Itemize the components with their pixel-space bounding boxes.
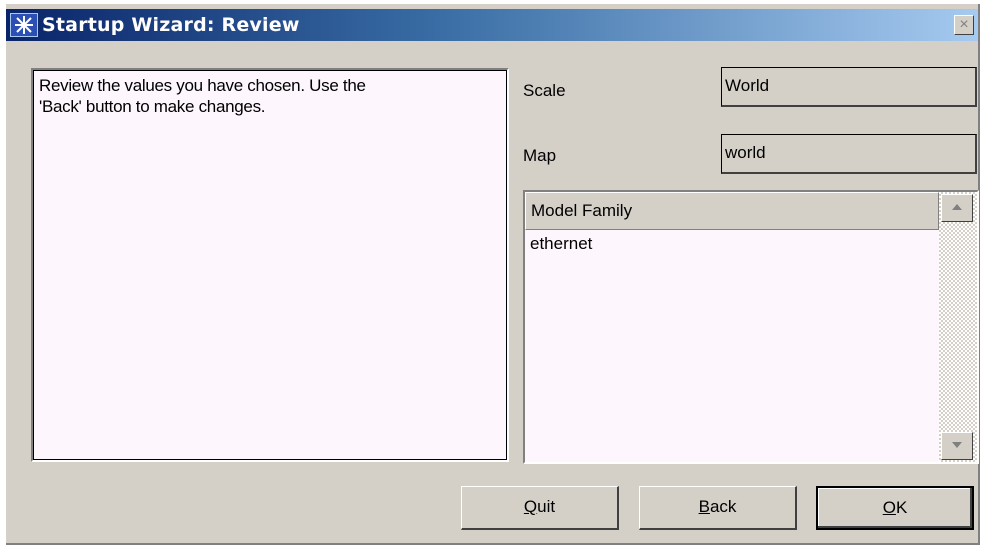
window-title: Startup Wizard: Review <box>42 14 300 36</box>
map-value-field: world <box>721 134 977 174</box>
scale-label: Scale <box>523 81 566 100</box>
startup-wizard-dialog: Startup Wizard: Review × Review the valu… <box>6 4 980 545</box>
model-family-column-header[interactable]: Model Family <box>525 192 939 230</box>
title-bar[interactable]: Startup Wizard: Review × <box>6 9 978 41</box>
close-button[interactable]: × <box>954 15 974 35</box>
description-line-1: Review the values you have chosen. Use t… <box>39 76 366 95</box>
model-family-list[interactable]: Model Family ethernet <box>523 190 979 464</box>
ok-button[interactable]: OK <box>816 486 974 530</box>
wizard-star-icon <box>10 13 38 37</box>
close-icon: × <box>959 16 969 33</box>
ok-label-rest: K <box>895 498 908 517</box>
scroll-up-button[interactable] <box>941 194 973 222</box>
arrow-up-icon <box>952 204 962 210</box>
scale-value-field: World <box>721 67 977 107</box>
quit-button[interactable]: Quit <box>461 486 619 530</box>
list-item[interactable]: ethernet <box>530 234 592 254</box>
map-label: Map <box>523 146 557 165</box>
back-mnemonic: B <box>698 497 710 516</box>
description-panel: Review the values you have chosen. Use t… <box>31 68 509 462</box>
quit-label-rest: uit <box>537 497 556 516</box>
back-label-rest: ack <box>709 497 737 516</box>
back-button[interactable]: Back <box>639 486 797 530</box>
scroll-down-button[interactable] <box>941 432 973 460</box>
ok-mnemonic: O <box>882 498 896 517</box>
vertical-scrollbar[interactable] <box>939 192 977 462</box>
description-line-2: 'Back' button to make changes. <box>39 97 266 116</box>
quit-mnemonic: Q <box>523 497 538 516</box>
arrow-down-icon <box>952 442 962 448</box>
